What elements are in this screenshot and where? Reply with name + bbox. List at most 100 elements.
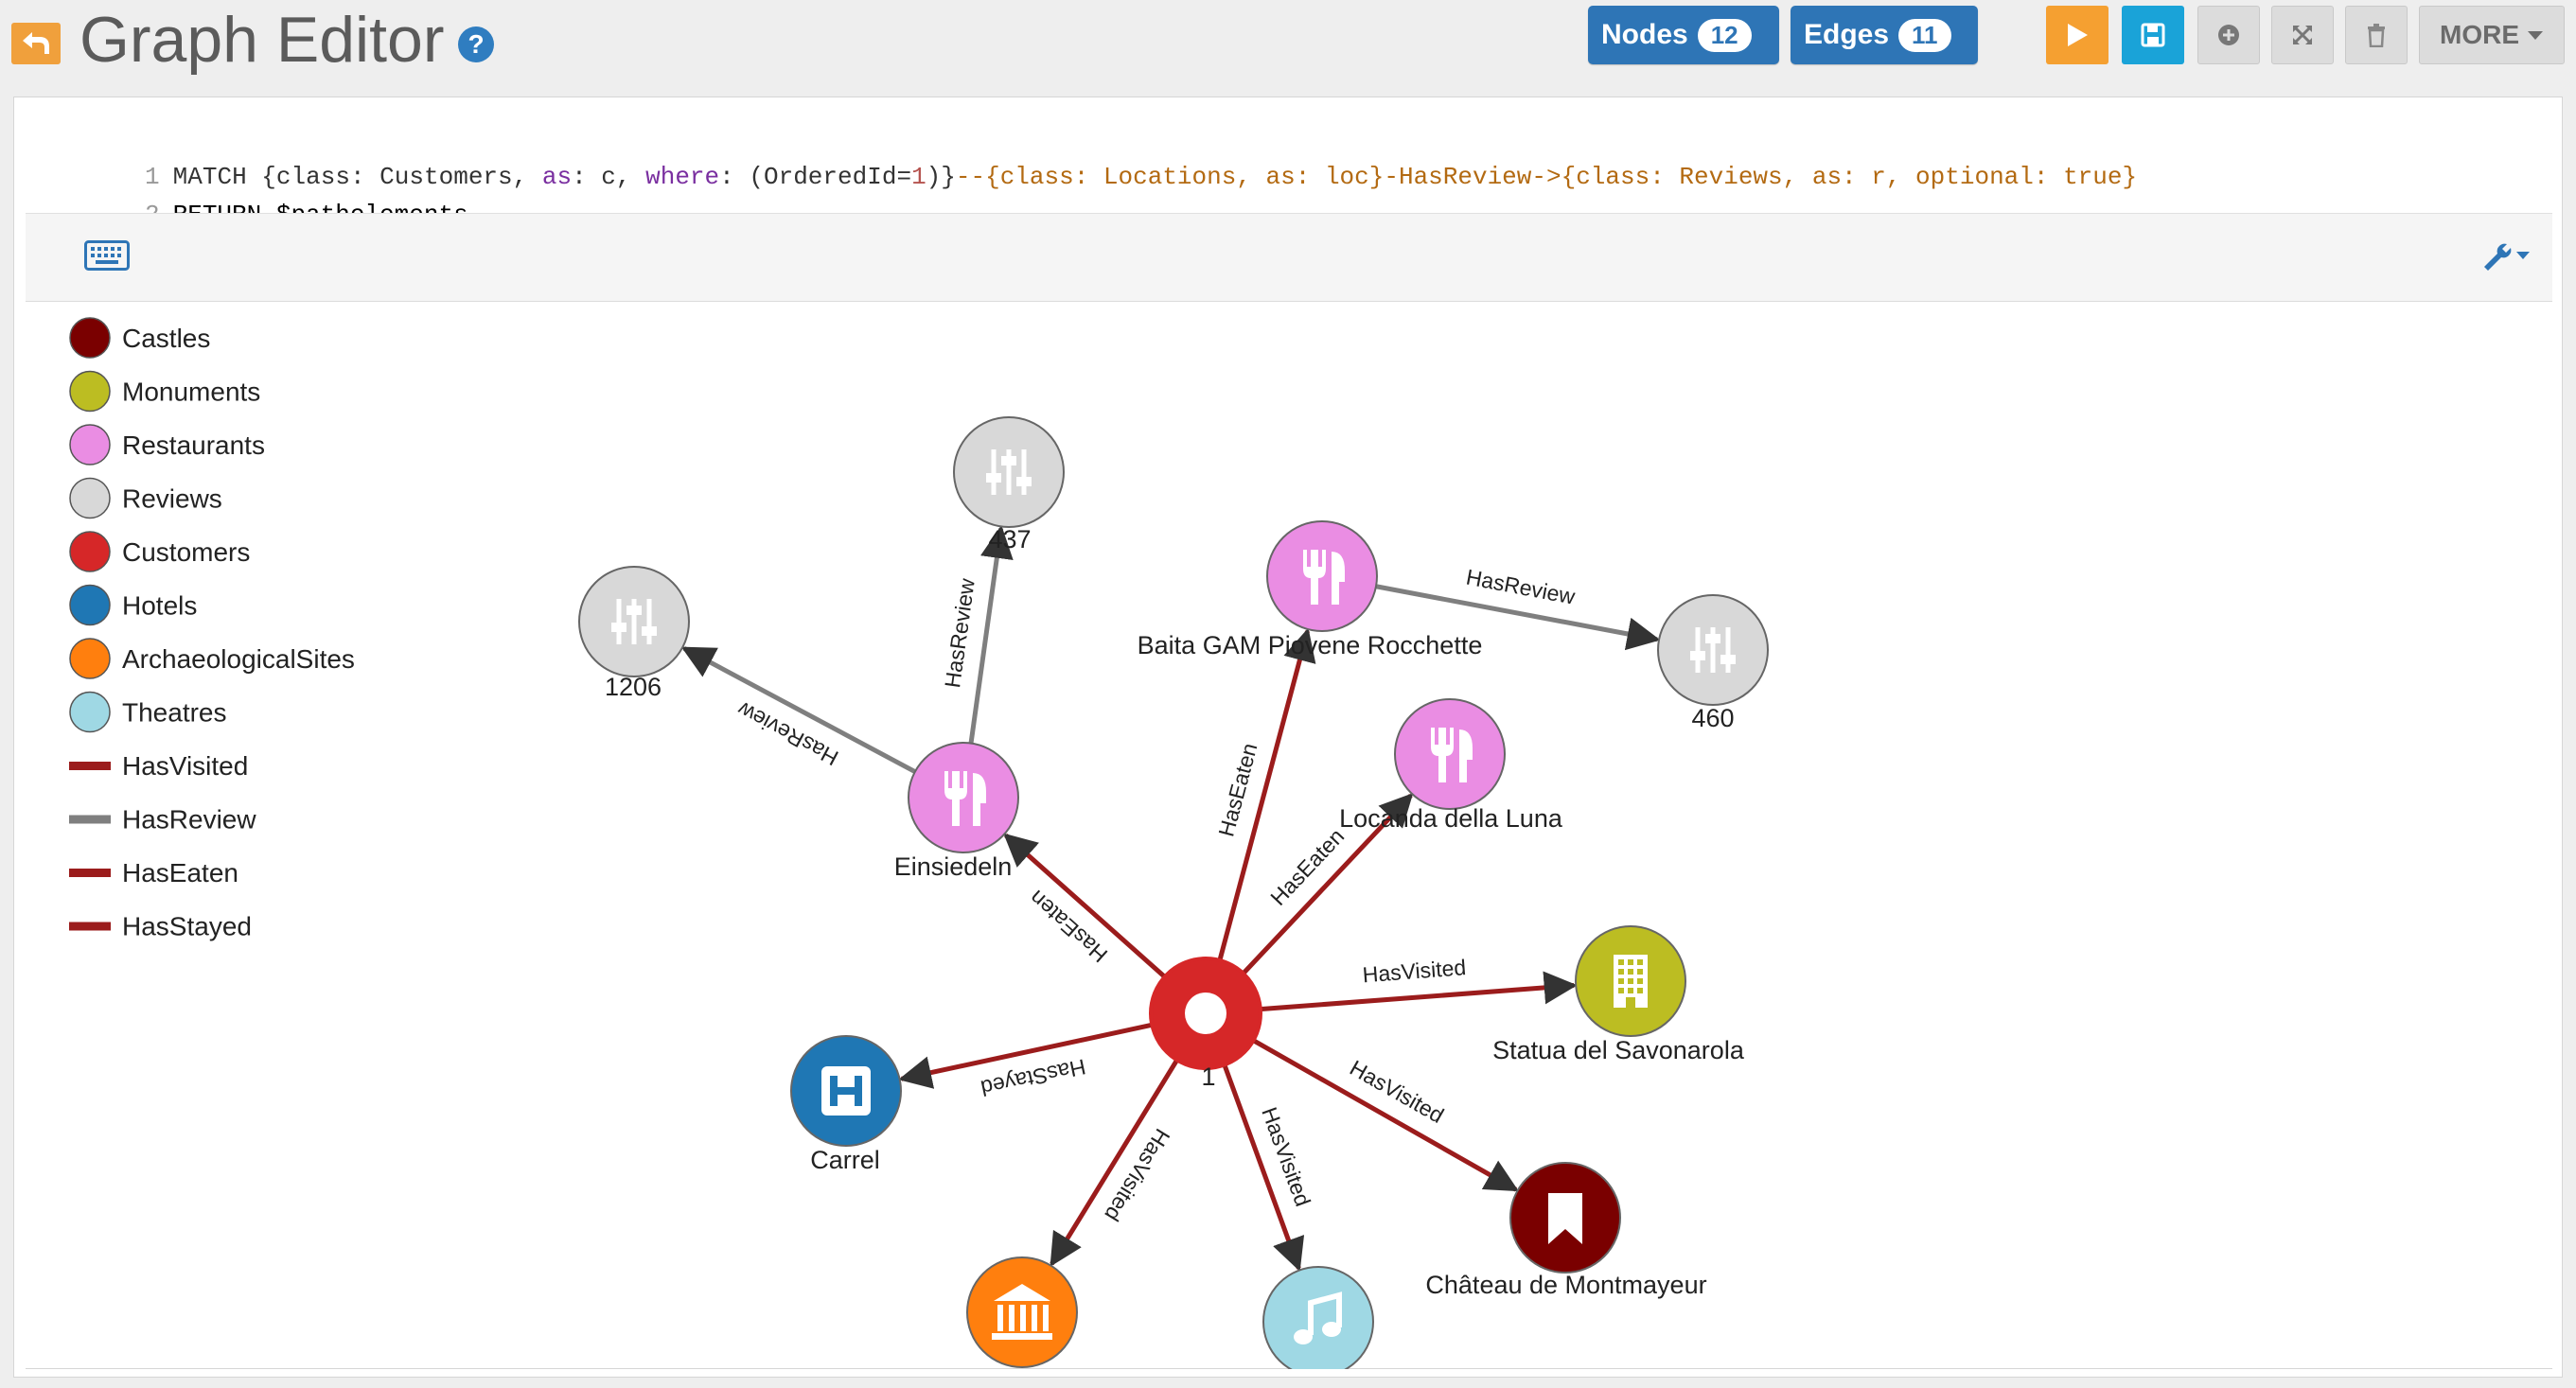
node-baita[interactable]: Baita GAM Piovene Rocchette [1138,520,1483,659]
edges-label: Edges [1804,19,1890,50]
sliders-icon [1690,627,1736,673]
legend-item-restaurants[interactable]: Restaurants [69,424,265,466]
legend-swatch [69,531,111,572]
back-arrow-icon [23,32,49,54]
graph-svg[interactable]: Castles Monuments Restaurants Reviews Custom… [26,302,2552,1369]
edge-line[interactable] [1258,971,1578,1012]
graph-toolbar [26,213,2552,302]
fullscreen-button[interactable] [2271,6,2334,64]
node-label: Carrel [810,1146,880,1174]
legend-swatch [69,477,111,519]
edge-haseaten[interactable]: HasEaten [1213,627,1316,963]
wrench-icon[interactable] [2479,238,2532,272]
edge-label: HasEaten [1265,824,1349,910]
node-label: 1206 [605,673,662,701]
node-teatro[interactable]: Teatro Consorziale [1209,1266,1422,1369]
nodes-label: Nodes [1601,19,1688,50]
legend-swatch [69,691,111,733]
node-label: Château de Montmayeur [1425,1271,1706,1299]
edge-hasvisited[interactable]: HasVisited [1221,1062,1315,1272]
legend-label: ArchaeologicalSites [122,644,355,674]
legend-item-hasvisited[interactable]: HasVisited [69,751,248,781]
legend-item-hasstayed[interactable]: HasStayed [69,912,252,941]
keyboard-icon[interactable] [84,240,130,271]
edge-hasvisited[interactable]: HasVisited [1050,1057,1180,1267]
node-circle[interactable] [1262,1266,1374,1369]
run-button[interactable] [2046,6,2108,64]
edges-count-badge: 11 [1898,18,1951,52]
edge-hasreview[interactable]: HasReview [680,646,918,775]
graph-canvas[interactable]: Castles Monuments Restaurants Reviews Custom… [26,302,2552,1369]
back-button[interactable] [11,23,61,64]
legend-label: Castles [122,324,210,353]
legend-item-monuments[interactable]: Monuments [69,370,260,413]
node-locanda[interactable]: Locanda della Luna [1339,698,1563,833]
edge-label: HasVisited [1257,1104,1315,1210]
edge-hasvisited[interactable]: HasVisited [1258,955,1578,1012]
node-chateau[interactable]: Château de Montmayeur [1425,1162,1707,1299]
legend-item-archaeologicalsites[interactable]: ArchaeologicalSites [69,638,355,679]
legend-swatch [69,584,111,626]
legend-line-swatch [69,762,111,770]
add-vertex-button[interactable] [2197,6,2260,64]
legend-label: HasStayed [122,912,252,941]
legend-item-castles[interactable]: Castles [69,317,210,359]
edges-count-button[interactable]: Edges 11 [1791,6,1978,64]
edge-label: HasStayed [979,1054,1087,1100]
building-icon [1614,955,1648,1008]
nodes-count-button[interactable]: Nodes 12 [1588,6,1779,64]
legend-label: HasVisited [122,751,248,781]
node-label: 1 [1201,1063,1215,1091]
edge-hasstayed[interactable]: HasStayed [898,1022,1155,1101]
sliders-icon [611,599,657,644]
legend-swatch [69,638,111,679]
circle-icon [1185,993,1226,1034]
edge-label: HasVisited [1100,1124,1174,1225]
edge-hasreview[interactable]: HasReview [940,524,1014,746]
legend-item-hotels[interactable]: Hotels [69,584,197,626]
nodes-count-badge: 12 [1697,18,1752,52]
node-r460[interactable]: 460 [1657,594,1769,732]
legend-item-customers[interactable]: Customers [69,531,250,572]
more-menu-button[interactable]: MORE [2419,6,2565,64]
edge-hasreview[interactable]: HasReview [1373,565,1661,651]
node-label: 437 [988,525,1031,553]
legend-label: Customers [122,537,250,567]
legend-line-swatch [69,869,111,877]
node-label: Einsiedeln [894,852,1013,881]
edge-line[interactable] [968,524,1014,746]
node-r1206[interactable]: 1206 [578,566,690,701]
node-einsiedeln[interactable]: Einsiedeln [894,742,1019,881]
hospital-icon [821,1066,871,1116]
save-icon [2141,23,2165,47]
legend-item-theatres[interactable]: Theatres [69,691,227,733]
legend-label: HasReview [122,805,256,835]
legend-line-swatch [69,815,111,824]
legend-line-swatch [69,922,111,931]
save-button[interactable] [2122,6,2184,64]
legend-item-hasreview[interactable]: HasReview [69,805,256,835]
query-panel: 1 MATCH {class: Customers, as: c, where: … [13,97,2563,1378]
node-incisioni[interactable]: Incisioni rupestri [929,1256,1115,1369]
caret-down-icon [2528,31,2543,40]
legend-label: Monuments [122,378,260,407]
node-carrel[interactable]: Carrel [790,1035,902,1174]
node-c1[interactable]: 1 [1149,957,1262,1091]
edge-haseaten[interactable]: HasEaten [1003,833,1168,980]
code-line-1: 1 MATCH {class: Customers, as: c, where: … [26,120,2137,191]
play-icon [2068,24,2088,46]
node-statua[interactable]: Statua del Savonarola [1492,925,1745,1064]
node-r437[interactable]: 437 [953,416,1065,553]
page-title: Graph Editor [79,4,445,76]
edge-label: HasVisited [1362,955,1467,987]
trash-icon [2368,24,2385,47]
legend-item-reviews[interactable]: Reviews [69,477,222,519]
node-label: 460 [1691,704,1734,732]
clear-button[interactable] [2345,6,2408,64]
help-icon[interactable]: ? [458,26,494,62]
legend-item-haseaten[interactable]: HasEaten [69,858,238,887]
node-label: Baita GAM Piovene Rocchette [1138,631,1483,659]
query-editor[interactable]: 1 MATCH {class: Customers, as: c, where: … [26,107,2552,229]
edge-label: HasReview [1464,565,1578,609]
legend-label: Reviews [122,484,222,514]
